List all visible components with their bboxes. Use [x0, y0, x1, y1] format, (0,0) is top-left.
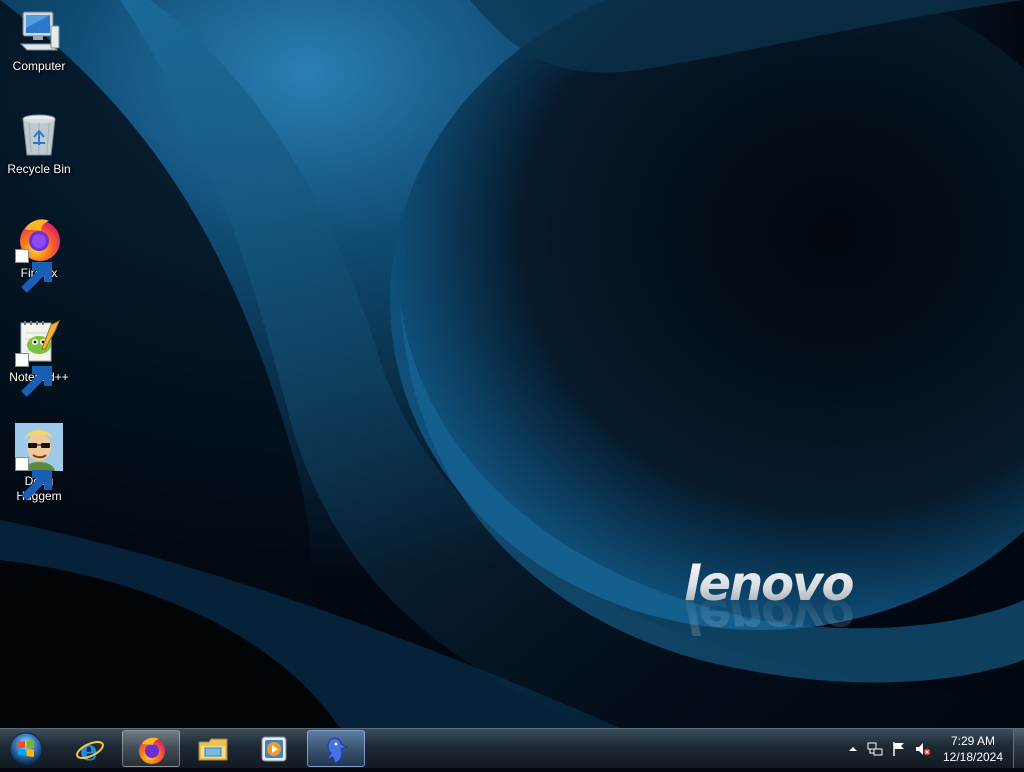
desktop-icon-computer[interactable]: Computer	[4, 8, 74, 74]
taskbar-item-doug-huggem[interactable]	[307, 730, 365, 767]
lenovo-logo: lenovo lenovo	[684, 556, 855, 636]
shortcut-arrow-icon	[15, 353, 52, 397]
clock-date: 12/18/2024	[942, 750, 1004, 764]
file-explorer-icon	[198, 738, 228, 761]
clock[interactable]: 7:29 AM 12/18/2024	[934, 733, 1012, 765]
firefox-icon	[15, 215, 63, 293]
action-center-flag-icon[interactable]	[891, 741, 907, 757]
notepad-plus-plus-icon	[15, 319, 63, 397]
show-desktop-button[interactable]	[1013, 729, 1024, 768]
desktop-icon-label: Computer	[12, 59, 66, 73]
media-player-icon	[261, 736, 287, 762]
shortcut-arrow-icon	[15, 249, 52, 293]
clock-time: 7:29 AM	[950, 734, 996, 748]
desktop-icon-firefox[interactable]: Firefox	[4, 215, 74, 293]
desktop-icon-label: Recycle Bin	[7, 162, 71, 176]
taskbar-item-internet-explorer[interactable]: e	[61, 730, 119, 767]
doug-huggem-icon	[325, 737, 349, 764]
desktop[interactable]: Computer Recycle Bin Firefox Notepad++ D…	[0, 0, 1024, 728]
network-icon[interactable]	[867, 741, 883, 757]
taskbar-item-windows-explorer[interactable]	[184, 730, 242, 767]
computer-icon	[15, 8, 63, 56]
svg-text:lenovo: lenovo	[684, 588, 853, 636]
firefox-icon	[139, 737, 165, 764]
internet-explorer-icon: e	[76, 734, 104, 764]
taskbar: e 7:29 AM 12/18/2024	[0, 728, 1024, 768]
show-hidden-icons-arrow[interactable]	[845, 741, 861, 757]
taskbar-item-windows-media-player[interactable]	[245, 730, 303, 767]
start-button[interactable]	[4, 731, 48, 767]
volume-muted-icon[interactable]	[915, 741, 931, 757]
doug-huggem-icon	[15, 423, 63, 501]
svg-text:e: e	[80, 734, 98, 764]
desktop-icon-doug-huggem[interactable]: Doug Huggem	[4, 423, 74, 504]
desktop-icon-recycle-bin[interactable]: Recycle Bin	[4, 111, 74, 177]
taskbar-item-firefox[interactable]	[122, 730, 180, 767]
shortcut-arrow-icon	[15, 457, 52, 501]
recycle-bin-icon	[15, 111, 63, 159]
desktop-icon-notepad-plus-plus[interactable]: Notepad++	[4, 319, 74, 397]
